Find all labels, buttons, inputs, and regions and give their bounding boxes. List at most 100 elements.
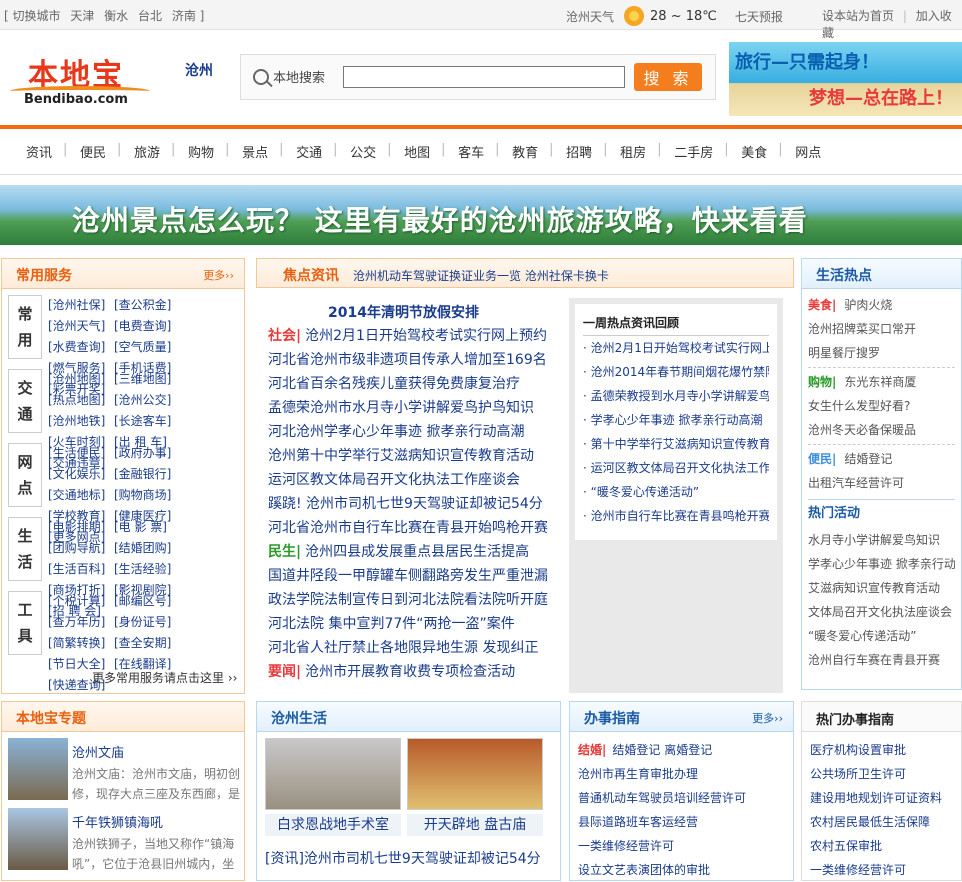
news-item[interactable]: 国道井陉段一甲醇罐车侧翻路旁发生严重泄漏 xyxy=(268,564,558,588)
life-item[interactable]: 便民| 结婚登记 xyxy=(808,447,955,471)
hot-activity-item[interactable]: 学孝心少年事迹 掀孝亲行动 xyxy=(808,552,955,576)
hot-guide-item[interactable]: 建设用地规划许可证资料 xyxy=(802,786,961,810)
service-link[interactable]: [查全安期] xyxy=(114,633,180,654)
news-item[interactable]: 沧州第十中学举行艾滋病知识宣传教育活动 xyxy=(268,444,558,468)
service-link[interactable]: [沧州地铁] xyxy=(48,411,114,432)
service-link[interactable]: [水费查询] xyxy=(48,337,114,358)
service-link[interactable]: [政府办事] xyxy=(114,443,180,464)
nav-item[interactable]: 景点 xyxy=(225,142,282,161)
topic-name[interactable]: 千年铁狮镇海吼 xyxy=(72,812,163,831)
service-link[interactable]: [简繁转换] xyxy=(48,633,114,654)
cz-life-news[interactable]: [资讯]沧州市司机七世9天驾驶证却被记54分 xyxy=(265,848,541,868)
set-home-link[interactable]: 设本站为首页 xyxy=(822,9,894,23)
nav-item[interactable]: 二手房 xyxy=(657,142,727,161)
review-item[interactable]: · 沧州市自行车比赛在青县鸣枪开赛 xyxy=(583,504,769,528)
weather-city-link[interactable]: 沧州天气 xyxy=(566,8,614,25)
service-link[interactable]: [邮编区号] xyxy=(114,591,180,612)
topic-item[interactable]: 千年铁狮镇海吼 沧州铁狮子，当地又称作“镇海吼”，它位于沧县旧州城内，坐 xyxy=(8,808,242,876)
nav-item[interactable]: 地图 xyxy=(387,142,444,161)
services-more-link[interactable]: 更多›› xyxy=(203,267,234,283)
review-item[interactable]: · 学孝心少年事迹 掀孝亲行动高潮 xyxy=(583,408,769,432)
service-link[interactable]: [个税计算] xyxy=(48,591,114,612)
city-link[interactable]: 天津 xyxy=(70,9,94,23)
hot-guide-item[interactable]: 农村居民最低生活保障 xyxy=(802,810,961,834)
city-link[interactable]: 衡水 xyxy=(104,9,128,23)
hot-activity-item[interactable]: 水月寺小学讲解爱鸟知识 xyxy=(808,528,955,552)
life-item[interactable]: 沧州冬天必备保暖品 xyxy=(808,418,955,442)
search-input[interactable] xyxy=(343,66,625,88)
news-item[interactable]: 河北沧州学孝心少年事迹 掀孝亲行动高潮 xyxy=(268,420,558,444)
service-link[interactable]: [团购导航] xyxy=(48,538,114,559)
service-link[interactable]: [交通地标] xyxy=(48,485,114,506)
review-item[interactable]: · “暖冬爱心传递活动” xyxy=(583,480,769,504)
service-link[interactable]: [沧州地图] xyxy=(48,369,114,390)
life-item[interactable]: 出租汽车经营许可 xyxy=(808,471,955,495)
news-item[interactable]: 河北省沧州市级非遗项目传承人增加至169名 xyxy=(268,348,558,372)
city-link[interactable]: 台北 xyxy=(138,9,162,23)
news-item[interactable]: 运河区教文体局召开文化执法工作座谈会 xyxy=(268,468,558,492)
photo-item[interactable]: 开天辟地 盘古庙 xyxy=(407,738,543,838)
service-link[interactable]: [三维地图] xyxy=(114,369,180,390)
hot-activity-item[interactable]: 文体局召开文化执法座谈会 xyxy=(808,600,955,624)
nav-item[interactable]: 招聘 xyxy=(549,142,606,161)
nav-item[interactable]: 便民 xyxy=(63,142,120,161)
news-headline[interactable]: 2014年清明节放假安排 xyxy=(328,302,479,322)
nav-item[interactable]: 资讯 xyxy=(0,142,66,161)
switch-city-link[interactable]: [ 切换城市 xyxy=(4,9,61,23)
news-item[interactable]: 蹊跷! 沧州市司机七世9天驾驶证却被记54分 xyxy=(268,492,558,516)
hot-guide-item[interactable]: 医疗机构设置审批 xyxy=(802,738,961,762)
review-item[interactable]: · 运河区教文体局召开文化执法工作 xyxy=(583,456,769,480)
guide-item[interactable]: 沧州市再生育审批办理 xyxy=(570,762,793,786)
service-link[interactable]: [沧州公交] xyxy=(114,390,180,411)
guide-more-link[interactable]: 更多›› xyxy=(752,710,783,726)
news-item[interactable]: 民生| 沧州四县成发展重点县居民生活提高 xyxy=(268,540,558,564)
life-item[interactable]: 女生什么发型好看? xyxy=(808,394,955,418)
topic-item[interactable]: 沧州文庙 沧州文庙：沧州市文庙，明初创修，现存大点三座及东西廊，是 xyxy=(8,738,242,806)
guide-item[interactable]: 县际道路班车客运经营 xyxy=(570,810,793,834)
hot-guide-item[interactable]: 公共场所卫生许可 xyxy=(802,762,961,786)
life-item[interactable]: 明星餐厅搜罗 xyxy=(808,341,955,365)
review-item[interactable]: · 第十中学举行艾滋病知识宣传教育 xyxy=(583,432,769,456)
news-header-links[interactable]: 沧州机动车驾驶证换证业务一览 沧州社保卡换卡 xyxy=(353,267,609,284)
review-item[interactable]: · 孟德荣教授到水月寺小学讲解爱鸟 xyxy=(583,384,769,408)
life-item[interactable]: 沧州招牌菜买口常开 xyxy=(808,317,955,341)
service-link[interactable]: [沧州社保] xyxy=(48,295,114,316)
service-link[interactable]: [文化娱乐] xyxy=(48,464,114,485)
hot-activity-item[interactable]: 艾滋病知识宣传教育活动 xyxy=(808,576,955,600)
hot-activity-item[interactable]: “暖冬爱心传递活动” xyxy=(808,624,955,648)
guide-item[interactable]: 普通机动车驾驶员培训经营许可 xyxy=(570,786,793,810)
hot-activity-item[interactable]: 沧州自行车赛在青县开赛 xyxy=(808,648,955,672)
nav-item[interactable]: 美食 xyxy=(724,142,781,161)
service-link[interactable]: [电影排期] xyxy=(48,517,114,538)
hot-guide-item[interactable]: 一类维修经营许可 xyxy=(802,858,961,882)
travel-ad-banner[interactable]: 旅行—只需起身！ 梦想—总在路上！ xyxy=(729,42,962,116)
news-item[interactable]: 社会| 沧州2月1日开始驾校考试实行网上预约 xyxy=(268,324,558,348)
topic-name[interactable]: 沧州文庙 xyxy=(72,742,124,761)
service-link[interactable]: [查公积金] xyxy=(114,295,180,316)
news-item[interactable]: 河北省百余名残疾儿童获得免费康复治疗 xyxy=(268,372,558,396)
service-link[interactable]: [沧州天气] xyxy=(48,316,114,337)
service-link[interactable]: [空气质量] xyxy=(114,337,180,358)
nav-item[interactable]: 客车 xyxy=(441,142,498,161)
news-item[interactable]: 孟德荣沧州市水月寺小学讲解爱鸟护鸟知识 xyxy=(268,396,558,420)
service-link[interactable]: [查万年历] xyxy=(48,612,114,633)
news-item[interactable]: 河北省沧州市自行车比赛在青县开始鸣枪开赛 xyxy=(268,516,558,540)
nav-item[interactable]: 网点 xyxy=(778,142,835,161)
news-item[interactable]: 河北省人社厅禁止各地限异地生源 发现纠正 xyxy=(268,636,558,660)
service-link[interactable]: [购物商场] xyxy=(114,485,180,506)
current-city[interactable]: 沧州 xyxy=(185,60,213,80)
nav-item[interactable]: 购物 xyxy=(171,142,228,161)
nav-item[interactable]: 公交 xyxy=(333,142,390,161)
city-link[interactable]: 济南 ] xyxy=(172,9,205,23)
service-link[interactable]: [长途客车] xyxy=(114,411,180,432)
service-link[interactable]: [金融银行] xyxy=(114,464,180,485)
review-item[interactable]: · 沧州2月1日开始驾校考试实行网上 xyxy=(583,336,769,360)
services-more-bottom-link[interactable]: 更多常用服务请点击这里 ›› xyxy=(92,669,237,686)
nav-item[interactable]: 旅游 xyxy=(117,142,174,161)
service-link[interactable]: [热点地图] xyxy=(48,390,114,411)
service-link[interactable]: [生活经验] xyxy=(114,559,180,580)
news-item[interactable]: 政法学院法制宣传日到河北法院看法院听开庭 xyxy=(268,588,558,612)
news-item[interactable]: 要闻| 沧州市开展教育收费专项检查活动 xyxy=(268,660,558,684)
logo[interactable]: 本地宝 Bendibao.com xyxy=(10,50,150,110)
nav-item[interactable]: 教育 xyxy=(495,142,552,161)
